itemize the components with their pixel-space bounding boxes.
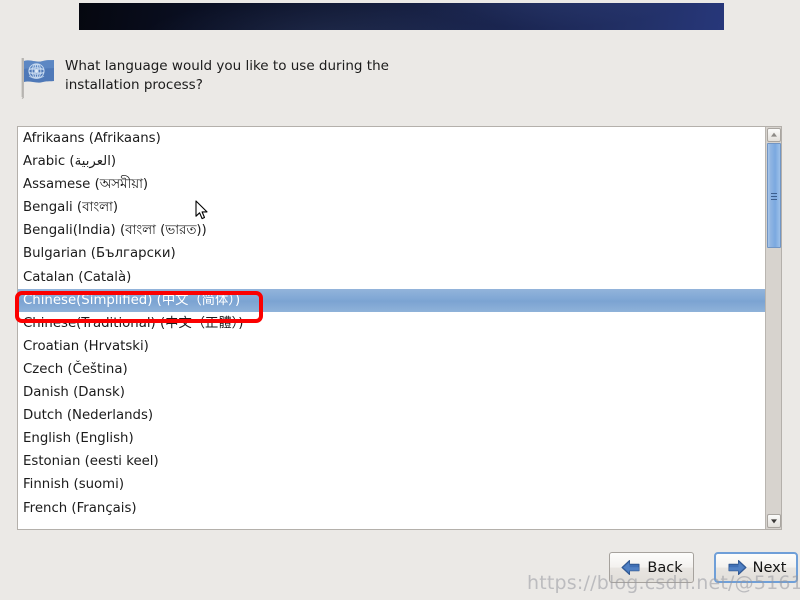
list-item[interactable]: Czech (Čeština)	[18, 358, 765, 381]
list-item[interactable]: Chinese(Traditional) (中文（正體）)	[18, 312, 765, 335]
list-item[interactable]: English (English)	[18, 427, 765, 450]
banner-sheen	[79, 3, 724, 30]
list-item[interactable]: Bengali(India) (বাংলা (ভারত))	[18, 219, 765, 242]
list-item[interactable]: Catalan (Català)	[18, 266, 765, 289]
dialog-button-bar: Back Next	[0, 552, 800, 586]
list-scrollbar[interactable]	[765, 127, 781, 529]
list-item[interactable]: Assamese (অসমীয়া)	[18, 173, 765, 196]
chevron-down-icon[interactable]	[767, 514, 781, 528]
list-item[interactable]: Danish (Dansk)	[18, 381, 765, 404]
list-item[interactable]: Dutch (Nederlands)	[18, 404, 765, 427]
scrollbar-thumb[interactable]	[767, 143, 781, 248]
list-item[interactable]: Bulgarian (Български)	[18, 242, 765, 265]
next-button-label: Next	[752, 559, 787, 576]
next-button[interactable]: Next	[714, 552, 798, 583]
chevron-up-icon[interactable]	[767, 128, 781, 142]
list-item[interactable]: Afrikaans (Afrikaans)	[18, 127, 765, 150]
list-item[interactable]: Estonian (eesti keel)	[18, 450, 765, 473]
prompt-row: What language would you like to use duri…	[16, 54, 616, 100]
arrow-left-icon	[620, 559, 642, 576]
language-list-box[interactable]: Afrikaans (Afrikaans) Arabic (العربية) A…	[17, 126, 782, 530]
scrollbar-grip-line	[771, 198, 777, 200]
scrollbar-grip-line	[771, 195, 777, 197]
un-flag-icon	[16, 56, 56, 100]
list-item[interactable]: Bengali (বাংলা)	[18, 196, 765, 219]
prompt-text: What language would you like to use duri…	[65, 58, 389, 93]
list-item[interactable]: French (Français)	[18, 497, 765, 520]
language-list[interactable]: Afrikaans (Afrikaans) Arabic (العربية) A…	[18, 127, 765, 529]
list-item[interactable]: Arabic (العربية)	[18, 150, 765, 173]
chevron-down-glyph	[771, 519, 777, 524]
list-item-selected[interactable]: Chinese(Simplified) (中文（简体）)	[18, 288, 765, 312]
list-item[interactable]: Croatian (Hrvatski)	[18, 335, 765, 358]
back-button-label: Back	[647, 559, 683, 576]
list-item[interactable]: Finnish (suomi)	[18, 473, 765, 496]
back-button[interactable]: Back	[609, 552, 694, 583]
chevron-up-glyph	[771, 132, 777, 137]
arrow-right-icon	[726, 559, 748, 576]
scrollbar-grip-line	[771, 192, 777, 194]
installer-header-banner	[79, 3, 724, 30]
